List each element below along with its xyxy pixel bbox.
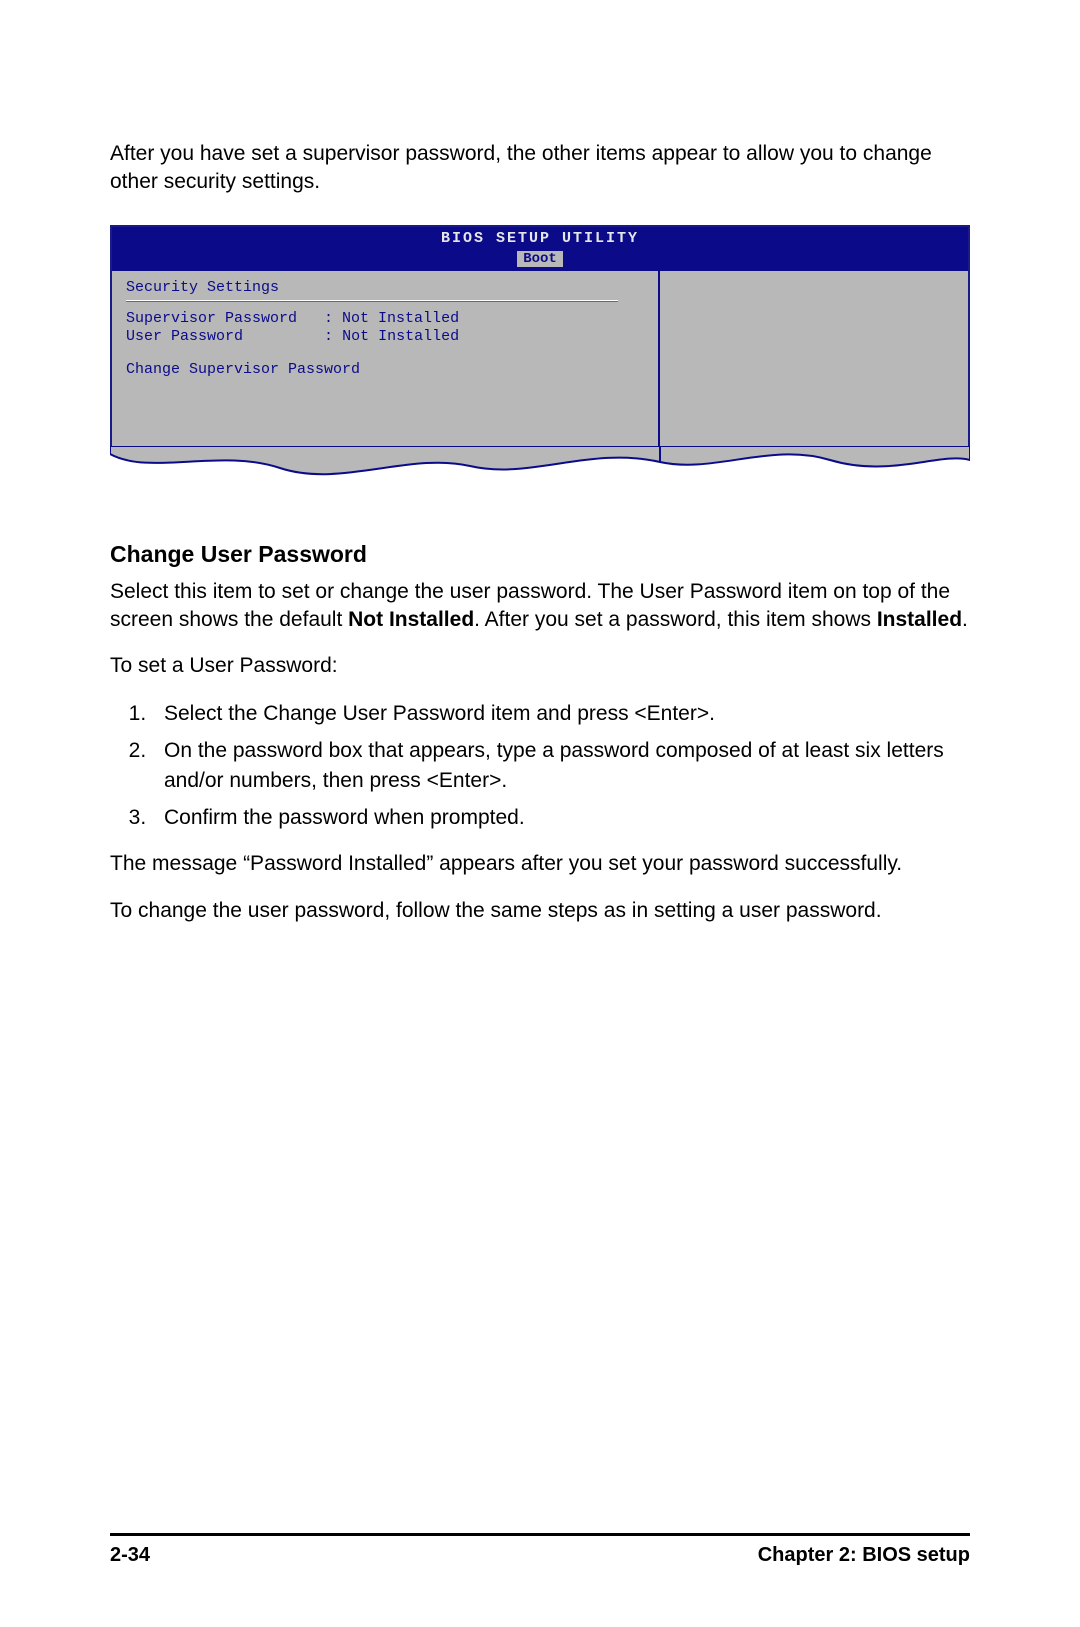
- paragraph-4: To change the user password, follow the …: [110, 897, 970, 925]
- bios-active-tab: Boot: [517, 251, 563, 267]
- bios-screenshot: BIOS SETUP UTILITY Boot Security Setting…: [110, 225, 970, 486]
- bios-divider: [126, 300, 618, 302]
- footer-row: 2-34 Chapter 2: BIOS setup: [110, 1544, 970, 1567]
- text-run: .: [962, 608, 968, 631]
- list-item: Confirm the password when prompted.: [152, 803, 970, 832]
- torn-edge-icon: [110, 446, 970, 486]
- footer-rule: [110, 1533, 970, 1536]
- bios-window: BIOS SETUP UTILITY Boot Security Setting…: [110, 225, 970, 448]
- section-heading: Change User Password: [110, 541, 970, 568]
- bios-row-value: Not Installed: [342, 328, 459, 345]
- bios-tab-bar: Boot: [112, 249, 968, 271]
- bios-menu-item: Change Supervisor Password: [126, 361, 644, 378]
- steps-list: Select the Change User Password item and…: [110, 699, 970, 833]
- intro-paragraph: After you have set a supervisor password…: [110, 140, 970, 197]
- bios-left-panel: Security Settings Supervisor Password : …: [112, 271, 660, 446]
- chapter-label: Chapter 2: BIOS setup: [758, 1544, 970, 1567]
- bios-body: Security Settings Supervisor Password : …: [112, 271, 968, 446]
- bios-section-title: Security Settings: [126, 279, 644, 296]
- document-page: After you have set a supervisor password…: [0, 0, 1080, 1627]
- paragraph-1: Select this item to set or change the us…: [110, 578, 970, 635]
- paragraph-3: The message “Password Installed” appears…: [110, 850, 970, 878]
- bios-title: BIOS SETUP UTILITY: [112, 227, 968, 249]
- bios-row-label: Supervisor Password: [126, 310, 297, 327]
- list-item: On the password box that appears, type a…: [152, 736, 970, 795]
- paragraph-2: To set a User Password:: [110, 652, 970, 680]
- bios-row-supervisor: Supervisor Password : Not Installed: [126, 310, 644, 329]
- page-number: 2-34: [110, 1544, 150, 1567]
- bios-row-user: User Password : Not Installed: [126, 328, 644, 347]
- bold-text: Installed: [877, 608, 962, 631]
- page-footer: 2-34 Chapter 2: BIOS setup: [110, 1533, 970, 1567]
- bios-row-value: Not Installed: [342, 310, 459, 327]
- list-item: Select the Change User Password item and…: [152, 699, 970, 728]
- text-run: . After you set a password, this item sh…: [474, 608, 877, 631]
- bold-text: Not Installed: [348, 608, 474, 631]
- bios-right-panel: [660, 271, 968, 446]
- bios-row-label: User Password: [126, 328, 243, 345]
